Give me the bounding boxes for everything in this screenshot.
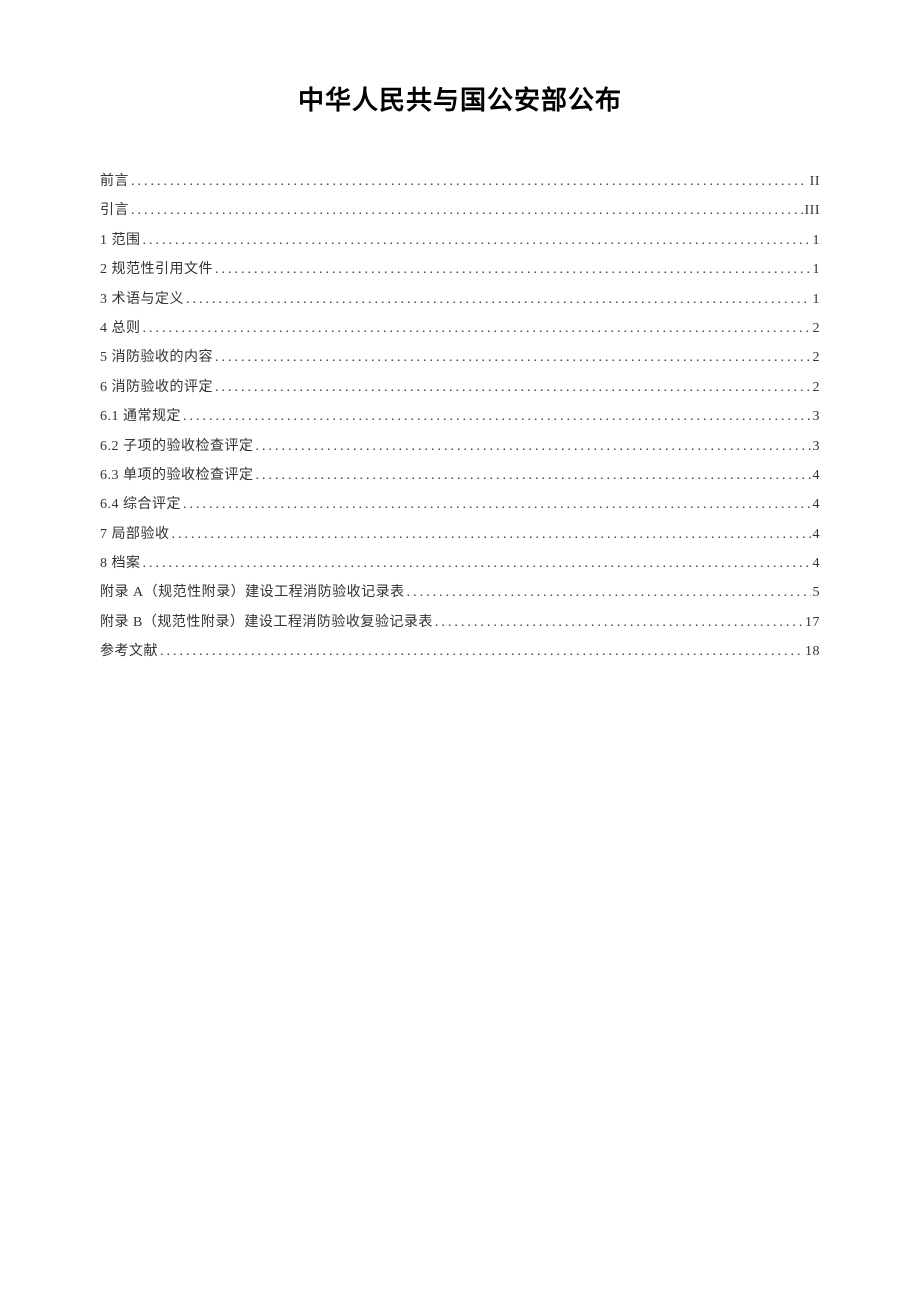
toc-page-number: 17 <box>805 608 820 637</box>
toc-leader-dots <box>435 608 803 637</box>
toc-entry: 1 范围 1 <box>100 226 820 255</box>
toc-page-number: II <box>810 167 820 196</box>
toc-leader-dots <box>183 402 811 431</box>
toc-label: 附录 A（规范性附录）建设工程消防验收记录表 <box>100 578 405 607</box>
toc-entry: 3 术语与定义 1 <box>100 285 820 314</box>
toc-leader-dots <box>215 373 811 402</box>
toc-leader-dots <box>143 314 811 343</box>
toc-entry: 6 消防验收的评定 2 <box>100 373 820 402</box>
toc-label: 6 消防验收的评定 <box>100 373 213 402</box>
toc-entry: 前言 II <box>100 167 820 196</box>
toc-label: 6.2 子项的验收检查评定 <box>100 432 254 461</box>
toc-entry: 附录 A（规范性附录）建设工程消防验收记录表 5 <box>100 578 820 607</box>
toc-leader-dots <box>256 432 811 461</box>
toc-leader-dots <box>215 255 811 284</box>
toc-page-number: 4 <box>813 520 821 549</box>
toc-page-number: 5 <box>813 578 821 607</box>
toc-entry: 参考文献 18 <box>100 637 820 666</box>
toc-page-number: III <box>805 196 821 225</box>
toc-leader-dots <box>186 285 811 314</box>
toc-label: 前言 <box>100 167 129 196</box>
toc-page-number: 2 <box>813 373 821 402</box>
toc-entry: 8 档案 4 <box>100 549 820 578</box>
toc-page-number: 2 <box>813 343 821 372</box>
toc-label: 4 总则 <box>100 314 141 343</box>
toc-label: 8 档案 <box>100 549 141 578</box>
toc-page-number: 1 <box>813 255 821 284</box>
toc-entry: 6.3 单项的验收检查评定 4 <box>100 461 820 490</box>
toc-label: 附录 B（规范性附录）建设工程消防验收复验记录表 <box>100 608 433 637</box>
toc-leader-dots <box>183 490 811 519</box>
toc-entry: 7 局部验收 4 <box>100 520 820 549</box>
toc-label: 7 局部验收 <box>100 520 170 549</box>
toc-leader-dots <box>215 343 811 372</box>
toc-leader-dots <box>143 549 811 578</box>
toc-page-number: 18 <box>805 637 820 666</box>
toc-label: 6.1 通常规定 <box>100 402 181 431</box>
toc-page-number: 4 <box>813 490 821 519</box>
toc-label: 5 消防验收的内容 <box>100 343 213 372</box>
toc-label: 3 术语与定义 <box>100 285 184 314</box>
toc-entry: 附录 B（规范性附录）建设工程消防验收复验记录表 17 <box>100 608 820 637</box>
toc-page-number: 1 <box>813 226 821 255</box>
toc-entry: 6.1 通常规定 3 <box>100 402 820 431</box>
toc-leader-dots <box>143 226 811 255</box>
toc-entry: 5 消防验收的内容 2 <box>100 343 820 372</box>
toc-entry: 4 总则 2 <box>100 314 820 343</box>
toc-entry: 引言 III <box>100 196 820 225</box>
toc-page-number: 3 <box>813 402 821 431</box>
toc-page-number: 3 <box>813 432 821 461</box>
toc-label: 6.4 综合评定 <box>100 490 181 519</box>
toc-label: 引言 <box>100 196 129 225</box>
toc-leader-dots <box>256 461 811 490</box>
toc-entry: 2 规范性引用文件 1 <box>100 255 820 284</box>
toc-label: 6.3 单项的验收检查评定 <box>100 461 254 490</box>
toc-leader-dots <box>131 196 803 225</box>
toc-leader-dots <box>172 520 811 549</box>
toc-leader-dots <box>407 578 811 607</box>
toc-page-number: 2 <box>813 314 821 343</box>
toc-label: 1 范围 <box>100 226 141 255</box>
toc-page-number: 1 <box>813 285 821 314</box>
toc-leader-dots <box>131 167 808 196</box>
toc-page-number: 4 <box>813 461 821 490</box>
toc-leader-dots <box>160 637 803 666</box>
toc-entry: 6.2 子项的验收检查评定 3 <box>100 432 820 461</box>
page-title: 中华人民共与国公安部公布 <box>100 80 820 117</box>
table-of-contents: 前言 II 引言 III 1 范围 1 2 规范性引用文件 1 3 术语与定义 … <box>100 167 820 667</box>
toc-entry: 6.4 综合评定 4 <box>100 490 820 519</box>
toc-label: 2 规范性引用文件 <box>100 255 213 284</box>
toc-label: 参考文献 <box>100 637 158 666</box>
toc-page-number: 4 <box>813 549 821 578</box>
